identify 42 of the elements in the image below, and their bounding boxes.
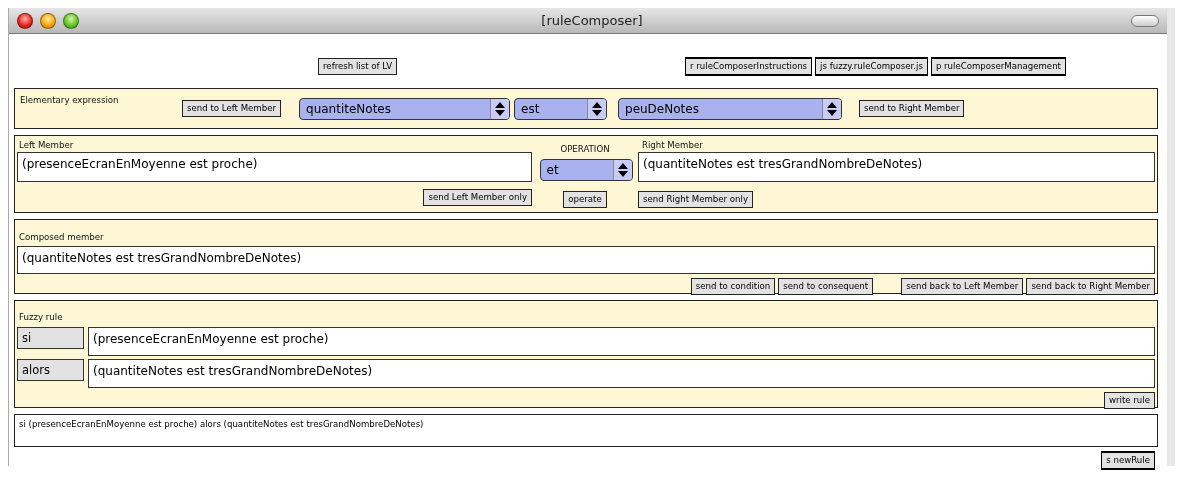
window-title: [ruleComposer]	[540, 13, 644, 28]
text-field[interactable]: (presenceEcranEnMoyenne est proche)	[88, 327, 1155, 356]
dropdown[interactable]: quantiteNotes	[299, 97, 510, 120]
send-button[interactable]: send to Left Member	[182, 100, 281, 117]
text-field[interactable]: (quantiteNotes est tresGrandNombreDeNotes)	[17, 246, 1155, 274]
keyword-button[interactable]: si	[17, 327, 84, 349]
send-button[interactable]: send to Right Member	[859, 100, 965, 117]
stepper-icon	[612, 160, 632, 180]
section-label: Elementary expression	[20, 95, 120, 105]
send-button[interactable]: send to consequent	[778, 278, 874, 295]
send-button[interactable]: send Right Member only	[638, 191, 754, 208]
close-button[interactable]	[17, 12, 33, 29]
section-label: OPERATION	[560, 144, 610, 154]
patch-object[interactable]: p ruleComposerManagement	[930, 56, 1066, 76]
patch-object[interactable]: s newRule	[1101, 451, 1155, 470]
stepper-icon	[587, 98, 606, 119]
section-label: Left Member	[19, 140, 75, 150]
stepper-icon	[822, 98, 841, 119]
text-field[interactable]: (quantiteNotes est tresGrandNombreDeNotes)	[638, 152, 1155, 182]
dropdown[interactable]: peuDeNotes	[618, 97, 842, 120]
patch-object[interactable]: r ruleComposerInstructions	[685, 56, 813, 76]
section-label: Fuzzy rule	[19, 312, 63, 322]
patch-object[interactable]: refresh list of LV	[318, 57, 398, 75]
keyword-button[interactable]: alors	[17, 359, 84, 381]
operate-button[interactable]: operate	[563, 191, 607, 208]
send-button[interactable]: send to condition	[690, 278, 776, 295]
stepper-icon	[490, 98, 509, 119]
send-button[interactable]: send back to Right Member	[1026, 278, 1155, 295]
write-rule-button[interactable]: write rule	[1104, 392, 1155, 409]
patch-object[interactable]: js fuzzy.ruleComposer.js	[815, 56, 928, 76]
text-field[interactable]: (quantiteNotes est tresGrandNombreDeNotes)	[88, 359, 1155, 388]
section-label: Right Member	[642, 140, 704, 150]
send-button[interactable]: send Left Member only	[423, 189, 532, 206]
rule-text: si (presenceEcranEnMoyenne est proche) alors (quantiteNotes est tresGrandNombreDeNotes)	[19, 419, 424, 429]
dropdown[interactable]: est	[514, 97, 607, 120]
minimize-button[interactable]	[40, 12, 56, 29]
toolbar-toggle-button[interactable]	[1131, 14, 1159, 27]
send-button[interactable]: send back to Left Member	[901, 278, 1024, 295]
dropdown[interactable]: et	[539, 159, 633, 181]
section-label: Composed member	[19, 232, 104, 242]
zoom-button[interactable]	[63, 12, 79, 29]
text-field[interactable]: (presenceEcranEnMoyenne est proche)	[17, 152, 532, 182]
